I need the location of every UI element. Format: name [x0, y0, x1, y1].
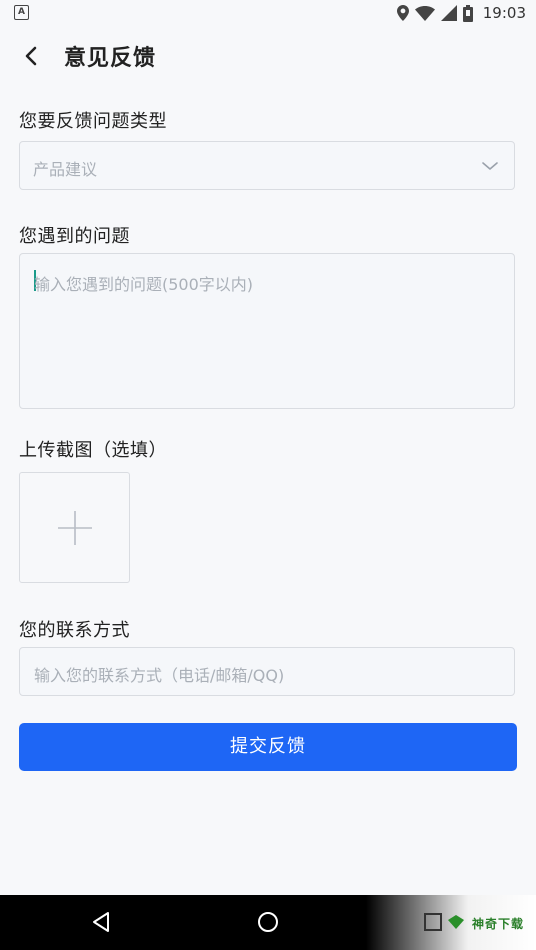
back-button[interactable]: [18, 42, 46, 70]
watermark-logo-icon: [448, 915, 464, 929]
problem-textarea[interactable]: 输入您遇到的问题(500字以内): [19, 253, 515, 409]
page-title: 意见反馈: [64, 46, 157, 71]
contact-placeholder: 输入您的联系方式（电话/邮箱/QQ): [34, 666, 285, 685]
status-time: 19:03: [482, 4, 526, 22]
wifi-icon: [414, 5, 435, 21]
contact-label: 您的联系方式: [19, 620, 130, 641]
system-nav-bar: 神奇下载: [0, 895, 536, 950]
recents-square-icon[interactable]: [421, 910, 445, 934]
submit-feedback-button[interactable]: 提交反馈: [19, 723, 517, 771]
location-icon: [396, 5, 409, 21]
signal-icon: [440, 5, 457, 21]
screenshot-label: 上传截图（选填）: [19, 440, 167, 461]
plus-icon: [58, 511, 92, 545]
battery-icon: [462, 4, 473, 22]
back-triangle-icon[interactable]: [89, 910, 113, 934]
feedback-type-value: 产品建议: [33, 160, 98, 179]
chevron-down-icon: [482, 162, 498, 170]
feedback-type-label: 您要反馈问题类型: [19, 111, 167, 132]
upload-screenshot-button[interactable]: [19, 472, 130, 583]
watermark-text: 神奇下载: [471, 917, 524, 931]
problem-label: 您遇到的问题: [19, 226, 130, 247]
feedback-type-select[interactable]: 产品建议: [19, 141, 515, 190]
home-circle-icon[interactable]: [256, 910, 280, 934]
chevron-left-icon: [25, 46, 37, 66]
status-icons: 19:03: [396, 3, 526, 23]
app-notification-icon: A: [14, 5, 29, 20]
app-header: 意见反馈: [0, 26, 536, 86]
contact-input[interactable]: 输入您的联系方式（电话/邮箱/QQ): [19, 647, 515, 696]
status-bar: A 19:03: [0, 0, 536, 26]
problem-placeholder: 输入您遇到的问题(500字以内): [34, 275, 254, 294]
watermark: 神奇下载: [366, 895, 536, 950]
